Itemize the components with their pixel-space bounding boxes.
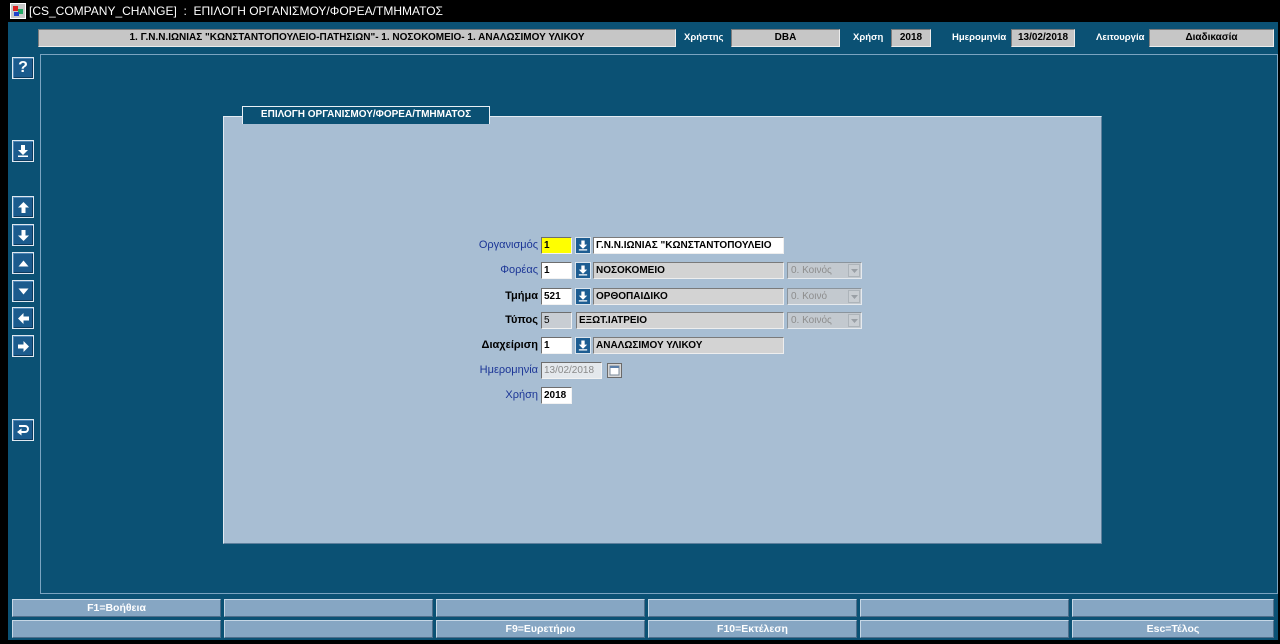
function-key-bar: F1=Βοήθεια F9=Ευρετήριο F10=Εκτέλεση Esc… xyxy=(12,599,1274,638)
list-of-values-icon xyxy=(17,145,29,157)
tmima-code-input[interactable] xyxy=(541,288,572,305)
diaxeirisi-lookup-button[interactable] xyxy=(575,337,591,354)
context-breadcrumb: 1. Γ.Ν.Ν.ΙΩΝΙΑΣ "ΚΩΝΣΤΑΝΤΟΠΟΥΛΕΙΟ-ΠΑΤΗΣΙ… xyxy=(38,29,676,47)
esc-exit-button[interactable]: Esc=Τέλος xyxy=(1072,620,1274,638)
tmima-type-select: 0. Κοινό xyxy=(787,288,862,305)
user-value: DBA xyxy=(731,29,840,47)
list-of-values-icon xyxy=(578,340,588,351)
row-imerominia: Ημερομηνία xyxy=(224,362,1101,379)
row-organismos: Οργανισμός Γ.Ν.Ν.ΙΩΝΙΑΣ "ΚΩΝΣΤΑΝΤΟΠΟΥΛΕΙ… xyxy=(224,237,1101,254)
year-label: Χρήση xyxy=(853,32,884,43)
row-diaxeirisi: Διαχείριση ΑΝΑΛΩΣΙΜΟΥ ΥΛΙΚΟΥ xyxy=(224,337,1101,354)
foreas-type-value: 0. Κοινός xyxy=(791,265,832,276)
row-tmima: Τμήμα ΟΡΘΟΠΑΙΔΙΚΟ 0. Κοινό xyxy=(224,288,1101,305)
imerominia-label: Ημερομηνία xyxy=(479,364,538,376)
previous-block-button[interactable] xyxy=(12,196,34,218)
typos-type-value: 0. Κοινός xyxy=(791,315,832,326)
previous-field-button[interactable] xyxy=(12,307,34,329)
tmima-lookup-button[interactable] xyxy=(575,288,591,305)
tmima-label: Τμήμα xyxy=(505,290,538,302)
list-of-values-button[interactable] xyxy=(12,140,34,162)
list-of-values-icon xyxy=(578,240,588,251)
foreas-code-input[interactable] xyxy=(541,262,572,279)
foreas-name-field: ΝΟΣΟΚΟΜΕΙΟ xyxy=(593,262,784,279)
row-typos: Τύπος ΕΞΩΤ.ΙΑΤΡΕΙΟ 0. Κοινός xyxy=(224,312,1101,329)
diaxeirisi-label: Διαχείριση xyxy=(481,339,538,351)
typos-name-field: ΕΞΩΤ.ΙΑΤΡΕΙΟ xyxy=(576,312,784,329)
tmima-type-value: 0. Κοινό xyxy=(791,291,828,302)
calendar-icon xyxy=(607,363,622,378)
chevron-down-icon xyxy=(848,290,860,303)
row-foreas: Φορέας ΝΟΣΟΚΟΜΕΙΟ 0. Κοινός xyxy=(224,262,1101,279)
function-key-empty xyxy=(860,599,1069,617)
right-arrow-icon xyxy=(17,340,30,353)
list-of-values-icon xyxy=(578,265,588,276)
header-bar: 1. Γ.Ν.Ν.ΙΩΝΙΑΣ "ΚΩΝΣΤΑΝΤΟΠΟΥΛΕΙΟ-ΠΑΤΗΣΙ… xyxy=(8,22,1278,50)
up-arrow-icon xyxy=(17,201,30,214)
foreas-label: Φορέας xyxy=(500,264,538,276)
year-input[interactable] xyxy=(541,387,572,404)
date-value: 13/02/2018 xyxy=(1011,29,1075,47)
date-input xyxy=(541,362,602,379)
triangle-up-icon xyxy=(17,257,30,270)
diaxeirisi-code-input[interactable] xyxy=(541,337,572,354)
app-window: 1. Γ.Ν.Ν.ΙΩΝΙΑΣ "ΚΩΝΣΤΑΝΤΟΠΟΥΛΕΙΟ-ΠΑΤΗΣΙ… xyxy=(8,22,1278,640)
down-arrow-icon xyxy=(17,229,30,242)
function-key-empty xyxy=(1072,599,1274,617)
undo-icon xyxy=(16,423,30,437)
foreas-lookup-button[interactable] xyxy=(575,262,591,279)
typos-label: Τύπος xyxy=(505,314,538,326)
organismos-code-input[interactable] xyxy=(541,237,572,254)
exit-button[interactable] xyxy=(12,419,34,441)
next-record-button[interactable] xyxy=(12,280,34,302)
f9-index-button[interactable]: F9=Ευρετήριο xyxy=(436,620,645,638)
main-frame: Οργανισμός Γ.Ν.Ν.ΙΩΝΙΑΣ "ΚΩΝΣΤΑΝΤΟΠΟΥΛΕΙ… xyxy=(40,54,1278,594)
chevron-down-icon xyxy=(848,264,860,277)
list-of-values-icon xyxy=(578,291,588,302)
organismos-name-field: Γ.Ν.Ν.ΙΩΝΙΑΣ "ΚΩΝΣΤΑΝΤΟΠΟΥΛΕΙΟ xyxy=(593,237,784,254)
function-value: Διαδικασία xyxy=(1149,29,1274,47)
foreas-type-select: 0. Κοινός xyxy=(787,262,862,279)
function-key-empty xyxy=(12,620,221,638)
triangle-down-icon xyxy=(17,285,30,298)
typos-type-select: 0. Κοινός xyxy=(787,312,862,329)
left-toolbar: ? xyxy=(12,57,34,441)
left-arrow-icon xyxy=(17,312,30,325)
row-xrisi: Χρήση xyxy=(224,387,1101,404)
function-key-empty xyxy=(224,620,433,638)
help-icon: ? xyxy=(18,59,28,76)
tmima-name-field: ΟΡΘΟΠΑΙΔΙΚΟ xyxy=(593,288,784,305)
function-key-empty xyxy=(436,599,645,617)
f1-help-button[interactable]: F1=Βοήθεια xyxy=(12,599,221,617)
app-icon xyxy=(10,3,26,19)
xrisi-label: Χρήση xyxy=(505,389,538,401)
diaxeirisi-name-field: ΑΝΑΛΩΣΙΜΟΥ ΥΛΙΚΟΥ xyxy=(593,337,784,354)
organismos-lookup-button[interactable] xyxy=(575,237,591,254)
f10-execute-button[interactable]: F10=Εκτέλεση xyxy=(648,620,857,638)
function-key-empty xyxy=(224,599,433,617)
panel-title-tab: ΕΠΙΛΟΓΗ ΟΡΓΑΝΙΣΜΟΥ/ΦΟΡΕΑ/ΤΜΗΜΑΤΟΣ xyxy=(242,106,490,124)
next-block-button[interactable] xyxy=(12,224,34,246)
chevron-down-icon xyxy=(848,314,860,327)
date-label: Ημερομηνία xyxy=(952,32,1007,43)
help-button[interactable]: ? xyxy=(12,57,34,79)
calendar-button[interactable] xyxy=(607,363,622,378)
user-label: Χρήστης xyxy=(684,32,724,43)
organismos-label: Οργανισμός xyxy=(478,239,538,251)
window-title: [CS_COMPANY_CHANGE] : ΕΠΙΛΟΓΗ ΟΡΓΑΝΙΣΜΟΥ… xyxy=(29,4,443,18)
selection-form-panel: Οργανισμός Γ.Ν.Ν.ΙΩΝΙΑΣ "ΚΩΝΣΤΑΝΤΟΠΟΥΛΕΙ… xyxy=(223,116,1102,544)
function-label: Λειτουργία xyxy=(1096,32,1145,43)
function-key-empty xyxy=(648,599,857,617)
function-key-empty xyxy=(860,620,1069,638)
next-field-button[interactable] xyxy=(12,335,34,357)
typos-code-input xyxy=(541,312,572,329)
window-titlebar: [CS_COMPANY_CHANGE] : ΕΠΙΛΟΓΗ ΟΡΓΑΝΙΣΜΟΥ… xyxy=(0,0,1280,22)
previous-record-button[interactable] xyxy=(12,252,34,274)
year-value: 2018 xyxy=(891,29,931,47)
